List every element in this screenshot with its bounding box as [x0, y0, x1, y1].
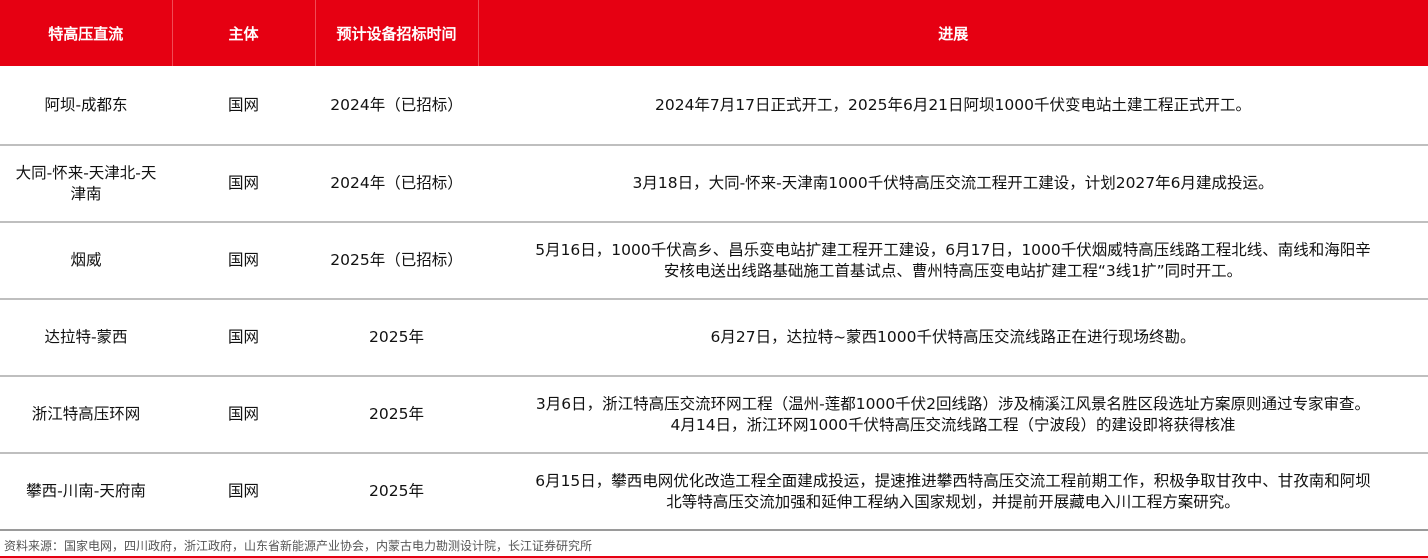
cell-progress: 3月6日，浙江特高压交流环网工程（温州-莲都1000千伏2回线路）涉及楠溪江风景…	[478, 376, 1428, 454]
cell-project: 烟威	[0, 222, 172, 300]
table-row: 阿坝-成都东 国网 2024年（已招标） 2024年7月17日正式开工，2025…	[0, 66, 1428, 146]
cell-owner: 国网	[172, 222, 315, 300]
cell-project: 浙江特高压环网	[0, 376, 172, 454]
project-line: 大同-怀来-天津北-天	[15, 163, 157, 182]
header-row: 特高压直流 主体 预计设备招标时间 进展	[0, 0, 1428, 66]
cell-tender-time: 2025年	[315, 376, 478, 454]
header-progress: 进展	[477, 0, 1428, 66]
cell-tender-time: 2024年（已招标）	[315, 145, 478, 223]
header-tender-time: 预计设备招标时间	[314, 0, 478, 66]
project-line: 津南	[70, 184, 102, 203]
cell-tender-time: 2024年（已招标）	[315, 66, 478, 146]
cell-tender-time: 2025年（已招标）	[315, 222, 478, 300]
cell-tender-time: 2025年	[315, 299, 478, 377]
cell-progress: 6月27日，达拉特~蒙西1000千伏特高压交流线路正在进行现场终勘。	[478, 299, 1428, 377]
cell-owner: 国网	[172, 145, 315, 223]
progress-line: 3月18日，大同-怀来-天津南1000千伏特高压交流工程开工建设，计划2027年…	[632, 174, 1274, 192]
header-project: 特高压直流	[0, 0, 172, 66]
cell-progress: 3月18日，大同-怀来-天津南1000千伏特高压交流工程开工建设，计划2027年…	[478, 145, 1428, 223]
table-row: 浙江特高压环网 国网 2025年 3月6日，浙江特高压交流环网工程（温州-莲都1…	[0, 376, 1428, 454]
cell-project: 阿坝-成都东	[0, 66, 172, 146]
table-row: 大同-怀来-天津北-天 津南 国网 2024年（已招标） 3月18日，大同-怀来-…	[0, 145, 1428, 223]
cell-owner: 国网	[172, 299, 315, 377]
progress-line: 6月15日，攀西电网优化改造工程全面建成投运，提速推进攀西特高压交流工程前期工作…	[535, 471, 1371, 490]
project-table: 特高压直流 主体 预计设备招标时间 进展 阿坝-成都东 国网 2024年（已招标…	[0, 0, 1428, 531]
table-row: 烟威 国网 2025年（已招标） 5月16日，1000千伏高乡、昌乐变电站扩建工…	[0, 222, 1428, 300]
cell-project: 达拉特-蒙西	[0, 299, 172, 377]
progress-line: 2024年7月17日正式开工，2025年6月21日阿坝1000千伏变电站土建工程…	[654, 95, 1251, 114]
cell-progress: 5月16日，1000千伏高乡、昌乐变电站扩建工程开工建设，6月17日，1000千…	[478, 222, 1428, 300]
cell-progress: 6月15日，攀西电网优化改造工程全面建成投运，提速推进攀西特高压交流工程前期工作…	[478, 453, 1428, 531]
cell-project: 大同-怀来-天津北-天 津南	[0, 145, 172, 223]
progress-line: 安核电送出线路基础施工首基试点、曹州特高压变电站扩建工程“3线1扩”同时开工。	[663, 261, 1243, 280]
cell-owner: 国网	[172, 376, 315, 454]
cell-tender-time: 2025年	[315, 453, 478, 531]
cell-owner: 国网	[172, 453, 315, 531]
cell-progress: 2024年7月17日正式开工，2025年6月21日阿坝1000千伏变电站土建工程…	[478, 66, 1428, 146]
progress-line: 6月27日，达拉特~蒙西1000千伏特高压交流线路正在进行现场终勘。	[710, 328, 1196, 346]
progress-line: 4月14日，浙江环网1000千伏特高压交流线路工程（宁波段）的建设即将获得核准	[670, 415, 1236, 434]
table-row: 达拉特-蒙西 国网 2025年 6月27日，达拉特~蒙西1000千伏特高压交流线…	[0, 299, 1428, 377]
header-owner: 主体	[171, 0, 315, 66]
cell-owner: 国网	[172, 66, 315, 146]
table-row: 攀西-川南-天府南 国网 2025年 6月15日，攀西电网优化改造工程全面建成投…	[0, 453, 1428, 531]
source-note: 资料来源：国家电网，四川政府，浙江政府，山东省新能源产业协会，内蒙古电力勘测设计…	[4, 539, 593, 553]
progress-line: 3月6日，浙江特高压交流环网工程（温州-莲都1000千伏2回线路）涉及楠溪江风景…	[535, 394, 1371, 413]
progress-line: 北等特高压交流加强和延伸工程纳入国家规划，并提前开展藏电入川工程方案研究。	[666, 492, 1240, 511]
progress-line: 5月16日，1000千伏高乡、昌乐变电站扩建工程开工建设，6月17日，1000千…	[535, 240, 1371, 259]
cell-project: 攀西-川南-天府南	[0, 453, 172, 531]
